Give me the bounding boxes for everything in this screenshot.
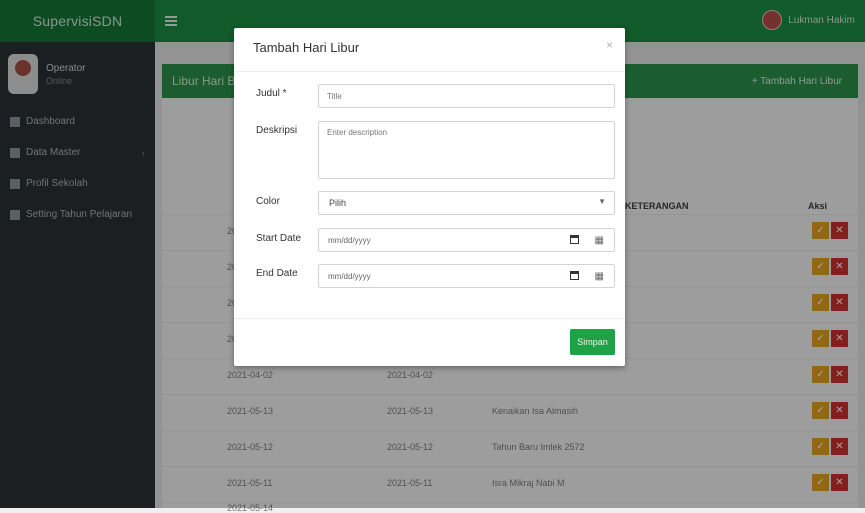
- divider: [234, 71, 625, 72]
- calendar-picker-icon[interactable]: [570, 235, 579, 244]
- color-label: Color: [256, 196, 280, 207]
- chevron-down-icon: ▼: [598, 197, 606, 206]
- add-holiday-modal: Tambah Hari Libur × Judul * Deskripsi Co…: [234, 28, 625, 366]
- save-button[interactable]: Simpan: [570, 329, 615, 355]
- start-date-label: Start Date: [256, 233, 302, 244]
- title-label: Judul *: [256, 88, 287, 99]
- end-date-placeholder: mm/dd/yyyy: [328, 272, 371, 281]
- description-label: Deskripsi: [256, 125, 298, 136]
- start-date-placeholder: mm/dd/yyyy: [328, 236, 371, 245]
- calendar-icon[interactable]: ▦: [595, 271, 604, 282]
- color-select-value: Pilih: [329, 198, 347, 208]
- calendar-icon[interactable]: ▦: [595, 235, 604, 246]
- description-textarea[interactable]: [318, 121, 615, 179]
- start-date-input[interactable]: mm/dd/yyyy ▦: [318, 228, 615, 252]
- title-input[interactable]: [318, 84, 615, 108]
- end-date-label: End Date: [256, 268, 298, 279]
- modal-title: Tambah Hari Libur: [253, 40, 360, 55]
- color-select[interactable]: Pilih ▼: [318, 191, 615, 215]
- close-icon[interactable]: ×: [606, 38, 613, 52]
- end-date-input[interactable]: mm/dd/yyyy ▦: [318, 264, 615, 288]
- divider: [234, 318, 625, 319]
- calendar-picker-icon[interactable]: [570, 271, 579, 280]
